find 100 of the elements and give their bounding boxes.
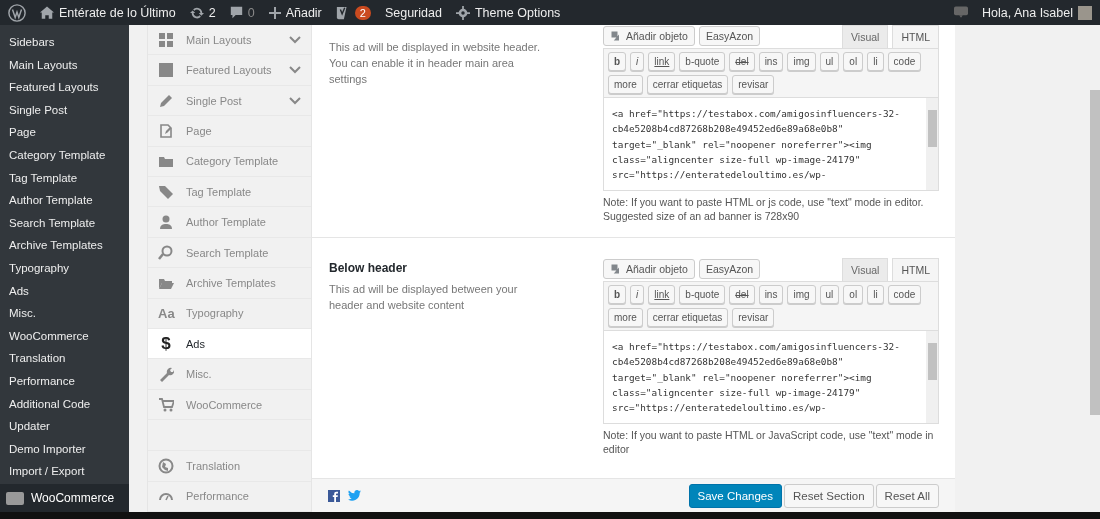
quicktag-button[interactable]: i [630,52,645,71]
quicktag-button[interactable]: more [608,75,643,94]
quicktag-button[interactable]: img [787,52,816,71]
options-nav-item[interactable]: $ Ads [148,329,311,360]
wordpress-logo-icon[interactable] [8,3,26,22]
easyazon-button[interactable]: EasyAzon [698,259,761,279]
nav-item-icon [158,62,174,79]
quicktag-button[interactable]: b-quote [679,285,726,304]
refresh-icon[interactable] [189,5,204,20]
section-description: This ad will be displayed in website header. You can enable it in header main area settings [329,40,541,87]
bird-icon[interactable] [348,490,361,501]
quicktag-button[interactable]: revisar [732,75,775,94]
admin-submenu-item[interactable]: Page [0,121,129,144]
settings-icon[interactable] [455,5,470,20]
admin-submenu-item[interactable]: Category Template [0,143,129,167]
section-title: Below header [329,261,409,275]
quicktag-button[interactable]: ul [819,285,840,304]
field-note: Note: If you want to paste HTML or JavaScript code, use "text" mode in editor [603,428,935,456]
facebook-icon[interactable] [328,489,340,502]
admin-submenu-item[interactable]: Updater [0,415,129,438]
quicktag-button[interactable]: more [608,308,643,327]
quicktag-button[interactable]: code [887,52,922,71]
admin-submenu-item[interactable]: Misc. [0,302,129,325]
editor-tab[interactable]: Visual [842,25,889,48]
admin-submenu-item[interactable]: Import / Export [0,460,129,483]
admin-submenu-item[interactable]: Demo Importer [0,437,129,461]
quicktag-button[interactable]: link [648,52,676,71]
footer-button[interactable]: Reset All [875,483,939,508]
nav-item-icon [158,122,174,139]
editor-tab[interactable]: HTML [892,258,939,281]
screen-icon[interactable] [953,6,968,19]
plus-icon[interactable] [268,6,281,19]
admin-submenu-item[interactable]: Performance [0,369,129,393]
media-icon [610,30,622,42]
security-menu-link[interactable]: Seguridad [384,5,442,20]
quicktag-button[interactable]: ol [843,52,864,71]
nav-item-icon [158,92,174,109]
admin-menu-item[interactable]: WooCommerce [0,484,129,512]
nav-item-icon [158,366,174,383]
quicktag-button[interactable]: del [729,285,755,304]
nav-item-icon [158,244,174,261]
chevron-down-icon[interactable] [289,96,301,105]
admin-submenu-item[interactable]: Typography [0,256,129,280]
admin-submenu-item[interactable]: Translation [0,347,129,370]
quicktag-button[interactable]: img [787,285,816,304]
add-media-button[interactable]: Añadir objeto [603,26,695,46]
easyazon-button[interactable]: EasyAzon [698,26,761,46]
nav-item-icon: Aa [158,305,174,321]
theme-options-link[interactable]: Theme Options [474,5,561,20]
nav-item-icon [158,183,174,200]
admin-submenu-item[interactable]: Archive Templates [0,234,129,257]
user-greeting[interactable]: Hola, Ana Isabel [981,5,1073,20]
footer-button[interactable]: Save Changes [688,483,782,508]
admin-submenu-item[interactable]: Tag Template [0,166,129,190]
site-name-link[interactable]: Entérate de lo Último [59,5,176,20]
quicktag-button[interactable]: ol [843,285,864,304]
quicktag-button[interactable]: revisar [732,308,775,327]
quicktag-button[interactable]: b-quote [679,52,726,71]
quicktag-button[interactable]: ul [819,52,840,71]
admin-submenu-item[interactable]: Author Template [0,189,129,212]
nav-item-icon [158,31,174,48]
notification-badge: 2 [354,5,371,20]
admin-submenu-item[interactable]: Sidebars [0,31,129,54]
quicktag-button[interactable]: code [887,285,922,304]
footer-button[interactable]: Reset Section [784,483,874,508]
admin-submenu-item[interactable]: Additional Code [0,392,129,416]
quicktag-button[interactable]: del [729,52,755,71]
quicktag-button[interactable]: i [630,285,645,304]
quicktag-button[interactable]: li [867,285,884,304]
admin-submenu-item[interactable]: Featured Layouts [0,76,129,99]
quicktag-button[interactable]: cerrar etiquetas [646,75,729,94]
nav-item-icon [158,457,174,474]
new-menu-link[interactable]: Añadir [285,5,322,20]
quicktag-button[interactable]: li [867,52,884,71]
admin-submenu-item[interactable]: Single Post [0,98,129,122]
admin-submenu-item[interactable]: WooCommerce [0,324,129,348]
add-media-button[interactable]: Añadir objeto [603,259,695,279]
section-description: This ad will be displayed between your header and website content [329,282,519,313]
quicktag-button[interactable]: b [608,285,627,304]
field-note: Note: If you want to paste HTML or js code, use "text" mode in editor. Suggested size of an ad banner is 728x90 [603,195,925,223]
chevron-down-icon[interactable] [289,35,301,44]
editor-tab[interactable]: Visual [842,258,889,281]
quicktag-button[interactable]: ins [758,285,784,304]
quicktag-button[interactable]: b [608,52,627,71]
quicktag-button[interactable]: cerrar etiquetas [646,308,729,327]
nav-item-icon [158,214,174,231]
comments-count[interactable]: 0 [247,5,255,20]
quicktag-button[interactable]: link [648,285,676,304]
avatar-placeholder[interactable] [1078,5,1092,20]
admin-submenu-item[interactable]: Main Layouts [0,53,129,77]
updates-count[interactable]: 2 [208,5,216,20]
nav-item-icon: $ [158,333,174,354]
admin-submenu-item[interactable]: Ads [0,279,129,303]
media-icon [610,263,622,275]
home-icon[interactable] [40,6,54,19]
quicktag-button[interactable]: ins [758,52,784,71]
admin-submenu-item[interactable]: Search Template [0,211,129,235]
chevron-down-icon[interactable] [289,66,301,75]
editor-tab[interactable]: HTML [892,25,939,48]
comment-icon[interactable] [229,6,243,19]
